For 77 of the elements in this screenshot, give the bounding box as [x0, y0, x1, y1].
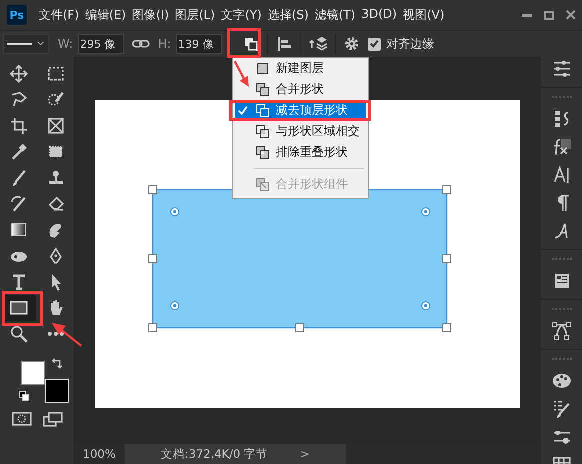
zoom-level[interactable]: 100%: [75, 447, 125, 461]
menu-item[interactable]: 滤镜(T): [312, 6, 359, 24]
foreground-swatch[interactable]: [21, 361, 45, 385]
character-icon: [552, 165, 572, 185]
menu-item[interactable]: 文件(F): [36, 6, 82, 24]
palette-icon: [552, 371, 572, 391]
history-brush-icon: [8, 194, 28, 214]
menu-option[interactable]: 合并形状: [235, 79, 366, 100]
check-icon: [238, 106, 248, 115]
swap-icon: [51, 358, 63, 370]
checkbox-label: 对齐边缘: [386, 36, 434, 52]
status-menu-arrow[interactable]: >: [300, 447, 310, 461]
caret-icon: [37, 41, 45, 47]
more-icon: [48, 332, 64, 336]
overlapping-squares-icon: [243, 36, 260, 52]
menu-item[interactable]: 图像(I): [129, 6, 172, 24]
background-swatch[interactable]: [45, 379, 69, 403]
adjustments-icon: [552, 59, 572, 79]
document-info: 文档:372.4K/0 字节: [161, 446, 268, 462]
stroke-style-dropdown[interactable]: [3, 34, 49, 54]
transform-handle[interactable]: [148, 186, 158, 194]
menu-option[interactable]: 与形状区域相交: [235, 121, 366, 142]
transform-handle[interactable]: [442, 324, 452, 332]
rectangle-shape[interactable]: [152, 189, 448, 329]
transform-handle[interactable]: [442, 254, 452, 264]
transform-handle[interactable]: [148, 254, 158, 264]
width-field[interactable]: 295 像: [78, 34, 124, 54]
highlight-frame: [227, 28, 261, 58]
settings-icon: [344, 36, 360, 52]
width-label: W:: [58, 37, 74, 51]
line-icon: [7, 42, 32, 46]
minimize-icon: [522, 14, 532, 16]
menu-item[interactable]: 编辑(E): [82, 6, 130, 24]
menu-item[interactable]: 3D(D): [358, 6, 400, 24]
highlight-frame: [2, 291, 43, 326]
square-icon: [256, 62, 270, 76]
anchor-point[interactable]: [422, 208, 430, 216]
check-icon: [370, 40, 380, 48]
zoom-icon: [8, 324, 28, 344]
fx-icon: [552, 137, 572, 157]
overlapping-squares-icon: [256, 82, 270, 96]
transform-handle[interactable]: [148, 324, 158, 332]
paths-icon: [552, 321, 572, 341]
close-icon: [566, 10, 576, 20]
menu-option[interactable]: 排除重叠形状: [235, 142, 366, 163]
menu-option[interactable]: 新建图层: [235, 58, 366, 79]
align-icon: [276, 36, 292, 52]
overlapping-squares-icon: [256, 104, 270, 118]
move-icon: [8, 64, 28, 84]
screen-mode-icon: [42, 411, 62, 427]
brushes-icon: [552, 399, 572, 419]
anchor-point[interactable]: [170, 302, 180, 310]
height-label: H:: [158, 37, 172, 51]
link-icon: [132, 39, 150, 49]
anchor-point[interactable]: [170, 208, 180, 216]
maximize-icon: [544, 10, 554, 20]
checkbox[interactable]: [368, 38, 382, 50]
default-colors-icon: [19, 391, 30, 402]
transform-handle[interactable]: [442, 186, 452, 194]
layers-stack-icon: [309, 36, 328, 52]
overlapping-squares-icon: [256, 146, 270, 160]
menu-item[interactable]: 视图(V): [400, 6, 448, 24]
menu-item[interactable]: 文字(Y): [218, 6, 265, 24]
marquee-icon: [46, 64, 66, 84]
merge-shapes-icon: [256, 178, 270, 192]
frame-icon: [46, 116, 66, 136]
quick-mask-icon: [12, 411, 32, 427]
crop-icon: [8, 116, 28, 136]
app-logo[interactable]: Ps: [7, 5, 27, 25]
height-field[interactable]: 139 像: [176, 34, 222, 54]
menu-item[interactable]: 图层(L): [172, 6, 218, 24]
pointer-arrow: [234, 61, 249, 87]
anchor-point[interactable]: [422, 302, 430, 310]
pointer-arrow: [52, 323, 82, 347]
menu-item[interactable]: 选择(S): [264, 6, 312, 24]
transform-handle[interactable]: [296, 324, 304, 332]
overlapping-squares-icon: [256, 124, 270, 138]
